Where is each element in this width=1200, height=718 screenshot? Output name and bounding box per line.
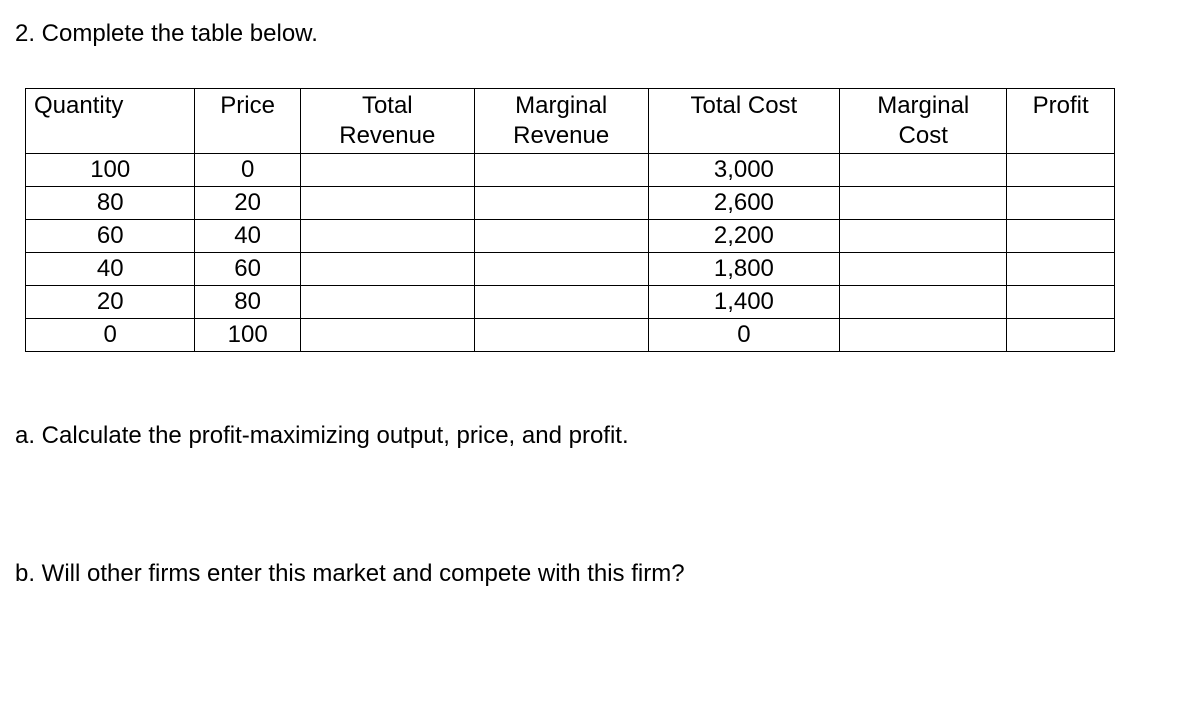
cell-quantity: 60 [26,220,195,253]
cell-profit [1007,253,1115,286]
cell-quantity: 20 [26,286,195,319]
cell-total-cost: 3,000 [648,154,840,187]
cell-marginal-revenue [474,286,648,319]
cell-total-cost: 0 [648,319,840,352]
cell-marginal-cost [840,220,1007,253]
sub-question-a: a. Calculate the profit-maximizing outpu… [15,422,1185,450]
table-header-row: Quantity Price TotalRevenue MarginalReve… [26,89,1115,154]
header-profit: Profit [1007,89,1115,154]
table-row: 40 60 1,800 [26,253,1115,286]
cell-price: 100 [195,319,300,352]
cell-total-revenue [300,187,474,220]
cell-profit [1007,154,1115,187]
cell-price: 60 [195,253,300,286]
cell-marginal-revenue [474,187,648,220]
header-total-revenue: TotalRevenue [300,89,474,154]
cell-total-cost: 1,400 [648,286,840,319]
header-total-cost: Total Cost [648,89,840,154]
cell-quantity: 80 [26,187,195,220]
cell-marginal-cost [840,319,1007,352]
cell-marginal-revenue [474,319,648,352]
cell-profit [1007,319,1115,352]
cell-total-cost: 1,800 [648,253,840,286]
cell-price: 40 [195,220,300,253]
cell-price: 80 [195,286,300,319]
cell-profit [1007,187,1115,220]
cell-quantity: 100 [26,154,195,187]
cell-price: 20 [195,187,300,220]
cell-marginal-revenue [474,253,648,286]
cell-quantity: 40 [26,253,195,286]
table-row: 100 0 3,000 [26,154,1115,187]
cell-total-revenue [300,154,474,187]
cell-marginal-cost [840,286,1007,319]
table-row: 0 100 0 [26,319,1115,352]
cell-marginal-cost [840,187,1007,220]
table-row: 60 40 2,200 [26,220,1115,253]
header-marginal-cost: MarginalCost [840,89,1007,154]
economics-table: Quantity Price TotalRevenue MarginalReve… [25,88,1115,352]
header-price: Price [195,89,300,154]
sub-question-b: b. Will other firms enter this market an… [15,560,1185,588]
header-quantity: Quantity [26,89,195,154]
cell-quantity: 0 [26,319,195,352]
cell-total-revenue [300,220,474,253]
cell-profit [1007,220,1115,253]
cell-total-cost: 2,600 [648,187,840,220]
cell-total-revenue [300,319,474,352]
cell-marginal-cost [840,253,1007,286]
question-title: 2. Complete the table below. [15,20,1185,48]
table-row: 20 80 1,400 [26,286,1115,319]
cell-total-revenue [300,286,474,319]
cell-marginal-revenue [474,154,648,187]
cell-profit [1007,286,1115,319]
table-row: 80 20 2,600 [26,187,1115,220]
header-marginal-revenue: MarginalRevenue [474,89,648,154]
cell-total-revenue [300,253,474,286]
cell-marginal-revenue [474,220,648,253]
cell-marginal-cost [840,154,1007,187]
cell-price: 0 [195,154,300,187]
cell-total-cost: 2,200 [648,220,840,253]
